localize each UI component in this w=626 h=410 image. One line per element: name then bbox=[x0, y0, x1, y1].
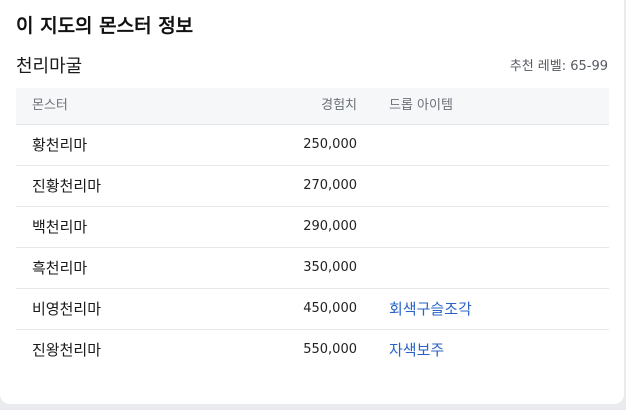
monster-exp: 250,000 bbox=[303, 137, 357, 152]
monster-name: 흑천리마 bbox=[32, 259, 88, 277]
drop-item-link[interactable]: 자색보주 bbox=[389, 341, 444, 359]
monster-exp: 550,000 bbox=[303, 342, 357, 357]
table-row: 백천리마 290,000 bbox=[16, 207, 609, 248]
monster-name: 비영천리마 bbox=[32, 300, 102, 318]
monster-info-card: 이 지도의 몬스터 정보 천리마굴 추천 레벨: 65-99 몬스터 경험치 드… bbox=[0, 0, 624, 404]
monster-exp: 350,000 bbox=[303, 260, 357, 275]
card-title: 이 지도의 몬스터 정보 bbox=[16, 15, 194, 37]
monster-table: 몬스터 경험치 드롭 아이템 황천리마 250,000 진황천리마 270,00… bbox=[16, 88, 609, 370]
table-header: 몬스터 경험치 드롭 아이템 bbox=[16, 88, 609, 125]
table-row: 진황천리마 270,000 bbox=[16, 166, 609, 207]
map-name: 천리마굴 bbox=[16, 56, 83, 77]
header-exp: 경험치 bbox=[321, 98, 357, 113]
header-monster: 몬스터 bbox=[32, 98, 68, 113]
drop-item-cell: 자색보주 bbox=[389, 330, 444, 370]
header-drop: 드롭 아이템 bbox=[389, 98, 453, 113]
monster-exp: 270,000 bbox=[303, 178, 357, 193]
monster-exp: 450,000 bbox=[303, 301, 357, 316]
table-row: 진왕천리마 550,000 자색보주 bbox=[16, 330, 609, 370]
table-row: 황천리마 250,000 bbox=[16, 125, 609, 166]
monster-name: 진황천리마 bbox=[32, 177, 102, 195]
drop-item-link[interactable]: 회색구슬조각 bbox=[389, 300, 472, 318]
monster-name: 황천리마 bbox=[32, 136, 88, 154]
map-header: 천리마굴 추천 레벨: 65-99 bbox=[16, 53, 608, 81]
recommended-level: 추천 레벨: 65-99 bbox=[509, 59, 608, 74]
monster-name: 백천리마 bbox=[32, 218, 88, 236]
monster-exp: 290,000 bbox=[303, 219, 357, 234]
table-row: 흑천리마 350,000 bbox=[16, 248, 609, 289]
table-row: 비영천리마 450,000 회색구슬조각 bbox=[16, 289, 609, 330]
drop-item-cell: 회색구슬조각 bbox=[389, 289, 472, 329]
monster-name: 진왕천리마 bbox=[32, 341, 102, 359]
